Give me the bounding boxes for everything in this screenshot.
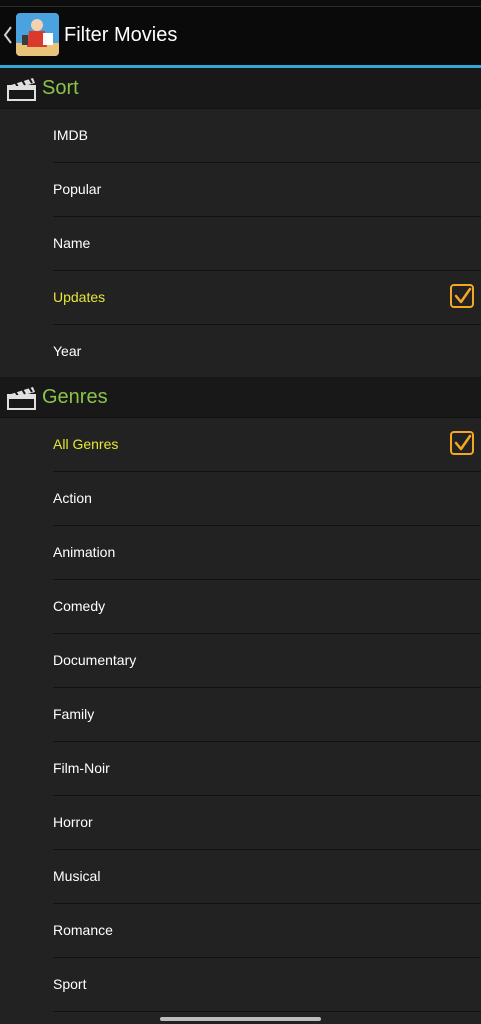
section-header-genres: Genres [0, 377, 481, 418]
list-item-label: Sport [53, 976, 87, 992]
list-item-label: All Genres [53, 436, 119, 452]
list-item-label: Comedy [53, 598, 106, 614]
clapperboard-icon [7, 386, 36, 410]
list-item-label: Year [53, 343, 82, 359]
status-bar [0, 0, 481, 7]
check-icon [454, 434, 472, 451]
sort-list: IMDB Popular Name Updates Year [0, 109, 481, 378]
genre-item-sport[interactable]: Sport [53, 958, 481, 1012]
genre-item-film-noir[interactable]: Film-Noir [53, 742, 481, 796]
genres-list: All Genres Action Animation Comedy Docum… [0, 418, 481, 1012]
list-item-label: Film-Noir [53, 760, 110, 776]
section-label-sort: Sort [42, 77, 79, 99]
sort-item-name[interactable]: Name [53, 217, 481, 271]
genre-item-romance[interactable]: Romance [53, 904, 481, 958]
section-label-genres: Genres [42, 386, 108, 408]
genre-item-horror[interactable]: Horror [53, 796, 481, 850]
checkbox-checked-icon[interactable] [450, 431, 474, 455]
action-bar: Filter Movies [0, 7, 481, 65]
list-item-label: Name [53, 235, 91, 251]
app-logo-icon[interactable] [16, 13, 59, 56]
genre-item-comedy[interactable]: Comedy [53, 580, 481, 634]
section-header-sort: Sort [0, 68, 481, 109]
gesture-nav-handle[interactable] [160, 1017, 321, 1021]
list-item-label: Documentary [53, 652, 137, 668]
sort-item-popular[interactable]: Popular [53, 163, 481, 217]
genre-item-all[interactable]: All Genres [53, 418, 481, 472]
genre-item-family[interactable]: Family [53, 688, 481, 742]
list-item-label: Musical [53, 868, 101, 884]
genre-item-animation[interactable]: Animation [53, 526, 481, 580]
genre-item-musical[interactable]: Musical [53, 850, 481, 904]
check-icon [454, 287, 472, 304]
chevron-left-icon[interactable] [3, 25, 13, 45]
list-item-label: Romance [53, 922, 113, 938]
list-item-label: IMDB [53, 127, 88, 143]
checkbox-checked-icon[interactable] [450, 284, 474, 308]
sort-item-imdb[interactable]: IMDB [53, 109, 481, 163]
list-item-label: Updates [53, 289, 106, 305]
clapperboard-icon [7, 77, 36, 101]
sort-item-updates[interactable]: Updates [53, 271, 481, 325]
genre-item-action[interactable]: Action [53, 472, 481, 526]
list-item-label: Animation [53, 544, 116, 560]
list-item-label: Family [53, 706, 95, 722]
sort-item-year[interactable]: Year [53, 325, 481, 378]
list-item-label: Popular [53, 181, 102, 197]
list-item-label: Action [53, 490, 92, 506]
list-item-label: Horror [53, 814, 93, 830]
genre-item-documentary[interactable]: Documentary [53, 634, 481, 688]
page-title: Filter Movies [64, 24, 178, 46]
